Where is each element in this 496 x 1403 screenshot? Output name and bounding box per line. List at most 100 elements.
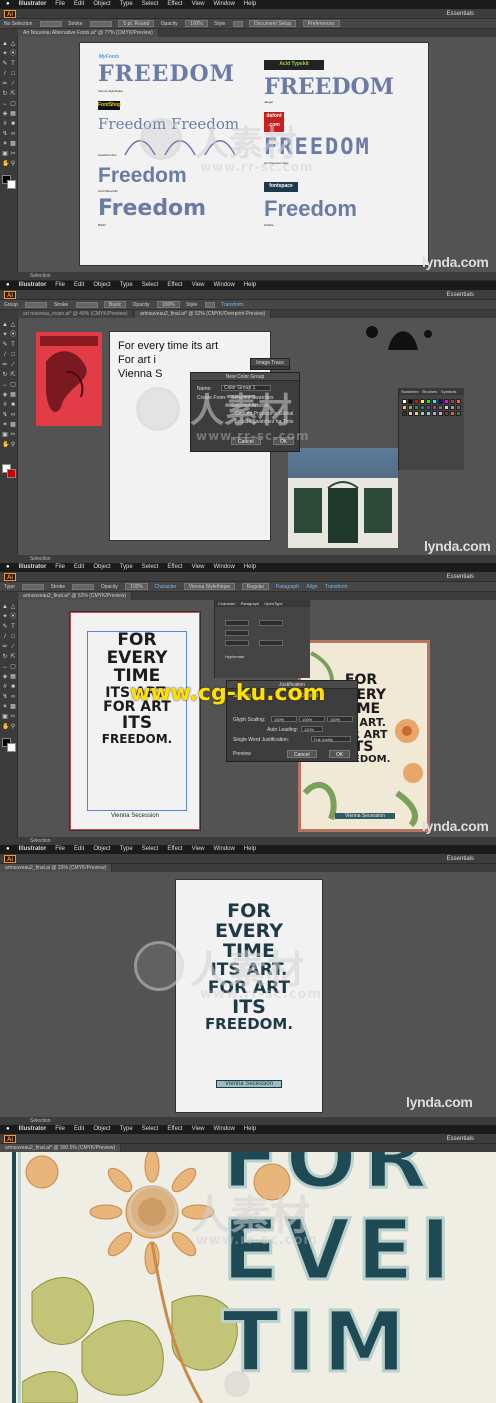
swatch-6[interactable]	[438, 399, 443, 404]
swatch-28[interactable]	[450, 411, 455, 416]
rectangle-tool-icon[interactable]: □	[10, 352, 16, 358]
menu-app-name[interactable]: Illustrator	[19, 0, 47, 9]
paintbrush-tool-icon[interactable]: ✏	[2, 644, 8, 650]
direct-selection-tool-icon[interactable]: △	[10, 604, 16, 610]
menu-app-name[interactable]: Illustrator	[19, 845, 47, 854]
paragraph-link[interactable]: Paragraph	[276, 582, 299, 592]
menu-file[interactable]: File	[55, 281, 65, 290]
menu-object[interactable]: Object	[93, 563, 110, 572]
first-line-indent-field[interactable]	[225, 630, 249, 636]
document-tab[interactable]: artnouveau2_final.ai* @ 52% (CMYK/Previe…	[18, 592, 133, 600]
type-tool-icon[interactable]: T	[10, 624, 16, 630]
menu-file[interactable]: File	[55, 845, 65, 854]
menu-object[interactable]: Object	[93, 0, 110, 9]
symbol-sprayer-icon[interactable]: ✶	[2, 422, 8, 428]
hand-tool-icon[interactable]: ✋	[2, 724, 9, 730]
swatch-24[interactable]	[426, 411, 431, 416]
magic-wand-icon[interactable]: ✦	[2, 51, 8, 57]
workspace-switcher[interactable]: Essentials	[447, 572, 474, 582]
mesh-tool-icon[interactable]: #	[2, 402, 8, 408]
image-trace-title[interactable]: Image Trace	[251, 359, 289, 367]
mesh-tool-icon[interactable]: #	[2, 121, 8, 127]
stroke-color-icon[interactable]	[7, 469, 16, 478]
apple-icon[interactable]: ●	[6, 281, 10, 290]
swatch-9[interactable]	[456, 399, 461, 404]
swatch-17[interactable]	[444, 405, 449, 410]
lasso-tool-icon[interactable]: ⦿	[10, 332, 16, 338]
line-tool-icon[interactable]: /	[2, 352, 8, 358]
menu-view[interactable]: View	[192, 1125, 205, 1134]
menu-edit[interactable]: Edit	[74, 1125, 84, 1134]
menu-view[interactable]: View	[192, 0, 205, 9]
transform-link[interactable]: Transform	[221, 300, 244, 310]
gradient-tool-icon[interactable]: ■	[10, 684, 16, 690]
menu-effect[interactable]: Effect	[167, 281, 182, 290]
perspective-grid-icon[interactable]: ▦	[10, 392, 16, 398]
rotate-tool-icon[interactable]: ↻	[2, 91, 8, 97]
fill-swatch[interactable]	[39, 20, 62, 27]
swatch-16[interactable]	[438, 405, 443, 410]
selection-tool-icon[interactable]: ▲	[2, 604, 8, 610]
menu-effect[interactable]: Effect	[167, 563, 182, 572]
character-link[interactable]: Character	[154, 582, 176, 592]
swatch-22[interactable]	[414, 411, 419, 416]
stroke-label[interactable]: Stroke	[51, 582, 65, 592]
blend-tool-icon[interactable]: ∞	[10, 412, 16, 418]
hand-tool-icon[interactable]: ✋	[2, 161, 9, 167]
workspace-switcher[interactable]: Essentials	[447, 854, 474, 864]
opacity-label[interactable]: Opacity	[101, 582, 118, 592]
line-tool-icon[interactable]: /	[2, 634, 8, 640]
swatch-23[interactable]	[420, 411, 425, 416]
character-tab[interactable]: Character	[218, 600, 236, 607]
shape-builder-icon[interactable]: ◈	[2, 392, 8, 398]
magic-wand-icon[interactable]: ✦	[2, 332, 8, 338]
swatch-19[interactable]	[456, 405, 461, 410]
brushes-tab[interactable]: Brushes	[422, 388, 437, 395]
menu-window[interactable]: Window	[214, 1125, 235, 1134]
symbol-sprayer-icon[interactable]: ✶	[2, 704, 8, 710]
document-tab[interactable]: Art Nouveau Alternative Fonts.ai* @ 77% …	[18, 29, 159, 37]
graph-tool-icon[interactable]: ▩	[10, 704, 16, 710]
slice-tool-icon[interactable]: ✂	[10, 151, 16, 157]
graph-tool-icon[interactable]: ▩	[10, 422, 16, 428]
menu-select[interactable]: Select	[142, 845, 159, 854]
menu-object[interactable]: Object	[93, 281, 110, 290]
free-transform-icon[interactable]: ▢	[10, 664, 16, 670]
menu-file[interactable]: File	[55, 1125, 65, 1134]
perspective-grid-icon[interactable]: ▦	[10, 111, 16, 117]
opacity-field[interactable]: 100%	[156, 301, 180, 309]
swatch-10[interactable]	[402, 405, 407, 410]
preview-checkbox[interactable]: Preview	[233, 751, 251, 757]
pen-tool-icon[interactable]: ✎	[2, 61, 8, 67]
swatches-tab[interactable]: Swatches	[401, 388, 418, 395]
direct-selection-tool-icon[interactable]: △	[10, 322, 16, 328]
hyphenate-checkbox[interactable]: Hyphenate	[225, 654, 244, 659]
paragraph-tab[interactable]: Paragraph	[241, 600, 260, 607]
font-family-field[interactable]: Vienna Stylethique	[183, 583, 236, 591]
apple-icon[interactable]: ●	[6, 0, 10, 9]
swatch-13[interactable]	[420, 405, 425, 410]
menu-effect[interactable]: Effect	[167, 0, 182, 9]
opentype-tab[interactable]: OpenType	[264, 600, 282, 607]
scale-tool-icon[interactable]: ⇱	[10, 91, 16, 97]
hand-tool-icon[interactable]: ✋	[2, 442, 9, 448]
space-before-field[interactable]	[225, 640, 249, 646]
fill-swatch[interactable]	[22, 583, 45, 590]
menu-type[interactable]: Type	[120, 0, 133, 9]
rectangle-tool-icon[interactable]: □	[10, 634, 16, 640]
zoom-tool-icon[interactable]: ⚲	[10, 161, 16, 167]
menu-help[interactable]: Help	[244, 563, 256, 572]
swatch-12[interactable]	[414, 405, 419, 410]
menu-edit[interactable]: Edit	[74, 0, 84, 9]
opacity-field[interactable]: 100%	[125, 583, 148, 591]
menu-effect[interactable]: Effect	[167, 1125, 182, 1134]
rotate-tool-icon[interactable]: ↻	[2, 372, 8, 378]
glyph-desired-field[interactable]: 100%	[299, 716, 325, 722]
swatch-8[interactable]	[450, 399, 455, 404]
swatch-4[interactable]	[426, 399, 431, 404]
swatch-2[interactable]	[414, 399, 419, 404]
swatch-0[interactable]	[402, 399, 407, 404]
eyedropper-icon[interactable]: ↯	[2, 131, 8, 137]
artboard-tool-icon[interactable]: ▣	[2, 151, 8, 157]
menu-type[interactable]: Type	[120, 281, 133, 290]
